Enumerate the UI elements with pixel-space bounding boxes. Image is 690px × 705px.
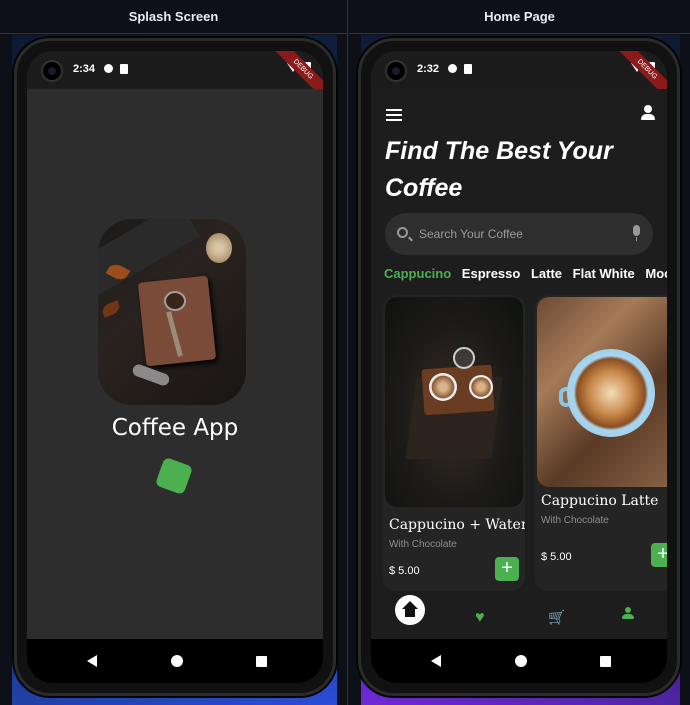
system-nav-bar	[27, 639, 323, 683]
product-name: Cappucino + Water	[389, 517, 525, 533]
recent-apps-icon[interactable]	[256, 656, 267, 667]
home-nav-icon[interactable]	[171, 655, 183, 667]
status-time: 2:34	[73, 63, 96, 75]
panel-title: Splash Screen	[0, 0, 347, 34]
loading-indicator	[154, 456, 194, 496]
tab-cappucino[interactable]: Cappucino	[384, 266, 451, 281]
status-time: 2:32	[417, 63, 440, 75]
product-card[interactable]: Cappucino + Water With Chocolate $ 5.00 …	[383, 295, 525, 591]
recent-apps-icon[interactable]	[600, 656, 611, 667]
sync-icon	[104, 64, 113, 73]
tab-espresso[interactable]: Espresso	[462, 266, 521, 281]
splash-body: Coffee App	[27, 89, 323, 639]
back-icon[interactable]	[431, 655, 441, 667]
search-input[interactable]	[419, 225, 619, 243]
home-panel: Home Page 2:32 DEBUG Find The Best Your …	[349, 0, 690, 705]
tab-mocha[interactable]: Mocha	[645, 266, 667, 281]
add-to-cart-button[interactable]: +	[495, 557, 519, 581]
tab-flat-white[interactable]: Flat White	[573, 266, 635, 281]
home-body: Find The Best Your Coffee Cappucino Espr…	[371, 89, 667, 649]
cart-icon[interactable]: 🛒	[548, 609, 565, 626]
sd-card-icon	[120, 64, 128, 74]
back-icon[interactable]	[87, 655, 97, 667]
product-card[interactable]: Cappucino Latte With Chocolate $ 5.00 +	[535, 295, 667, 591]
status-bar: 2:34 DEBUG	[27, 51, 323, 103]
phone-screen: 2:34 DEBUG Coffee App	[27, 51, 323, 683]
product-subtitle: With Chocolate	[389, 539, 457, 550]
app-title: Coffee App	[111, 415, 239, 441]
category-tabs: Cappucino Espresso Latte Flat White Moch…	[384, 266, 667, 281]
product-price: $ 5.00	[541, 551, 572, 563]
home-nav-icon[interactable]	[515, 655, 527, 667]
add-to-cart-button[interactable]: +	[651, 543, 667, 567]
camera-icon	[385, 60, 407, 82]
splash-panel: Splash Screen 2:34 DEBUG Coffee App	[0, 0, 348, 705]
heart-icon[interactable]: ♥	[475, 609, 485, 627]
page-title: Find The Best Your Coffee	[385, 137, 613, 202]
sd-card-icon	[464, 64, 472, 74]
product-image	[385, 297, 523, 507]
search-icon	[397, 227, 408, 238]
product-price: $ 5.00	[389, 565, 420, 577]
phone-frame: 2:34 DEBUG Coffee App	[14, 38, 336, 696]
sync-icon	[448, 64, 457, 73]
coffee-image	[98, 219, 246, 405]
panel-title: Home Page	[349, 0, 690, 34]
product-image	[537, 297, 667, 487]
phone-frame: 2:32 DEBUG Find The Best Your Coffee Cap…	[358, 38, 680, 696]
product-subtitle: With Chocolate	[541, 515, 609, 526]
status-bar: 2:32 DEBUG	[371, 51, 667, 103]
tab-latte[interactable]: Latte	[531, 266, 562, 281]
profile-icon[interactable]	[641, 105, 655, 121]
menu-icon[interactable]	[386, 109, 402, 121]
home-icon[interactable]	[395, 595, 425, 625]
system-nav-bar	[371, 639, 667, 683]
camera-icon	[41, 60, 63, 82]
mic-icon[interactable]	[633, 225, 640, 241]
product-name: Cappucino Latte	[541, 493, 659, 509]
person-icon[interactable]	[622, 607, 634, 621]
phone-screen: 2:32 DEBUG Find The Best Your Coffee Cap…	[371, 51, 667, 683]
search-bar[interactable]	[385, 213, 653, 255]
